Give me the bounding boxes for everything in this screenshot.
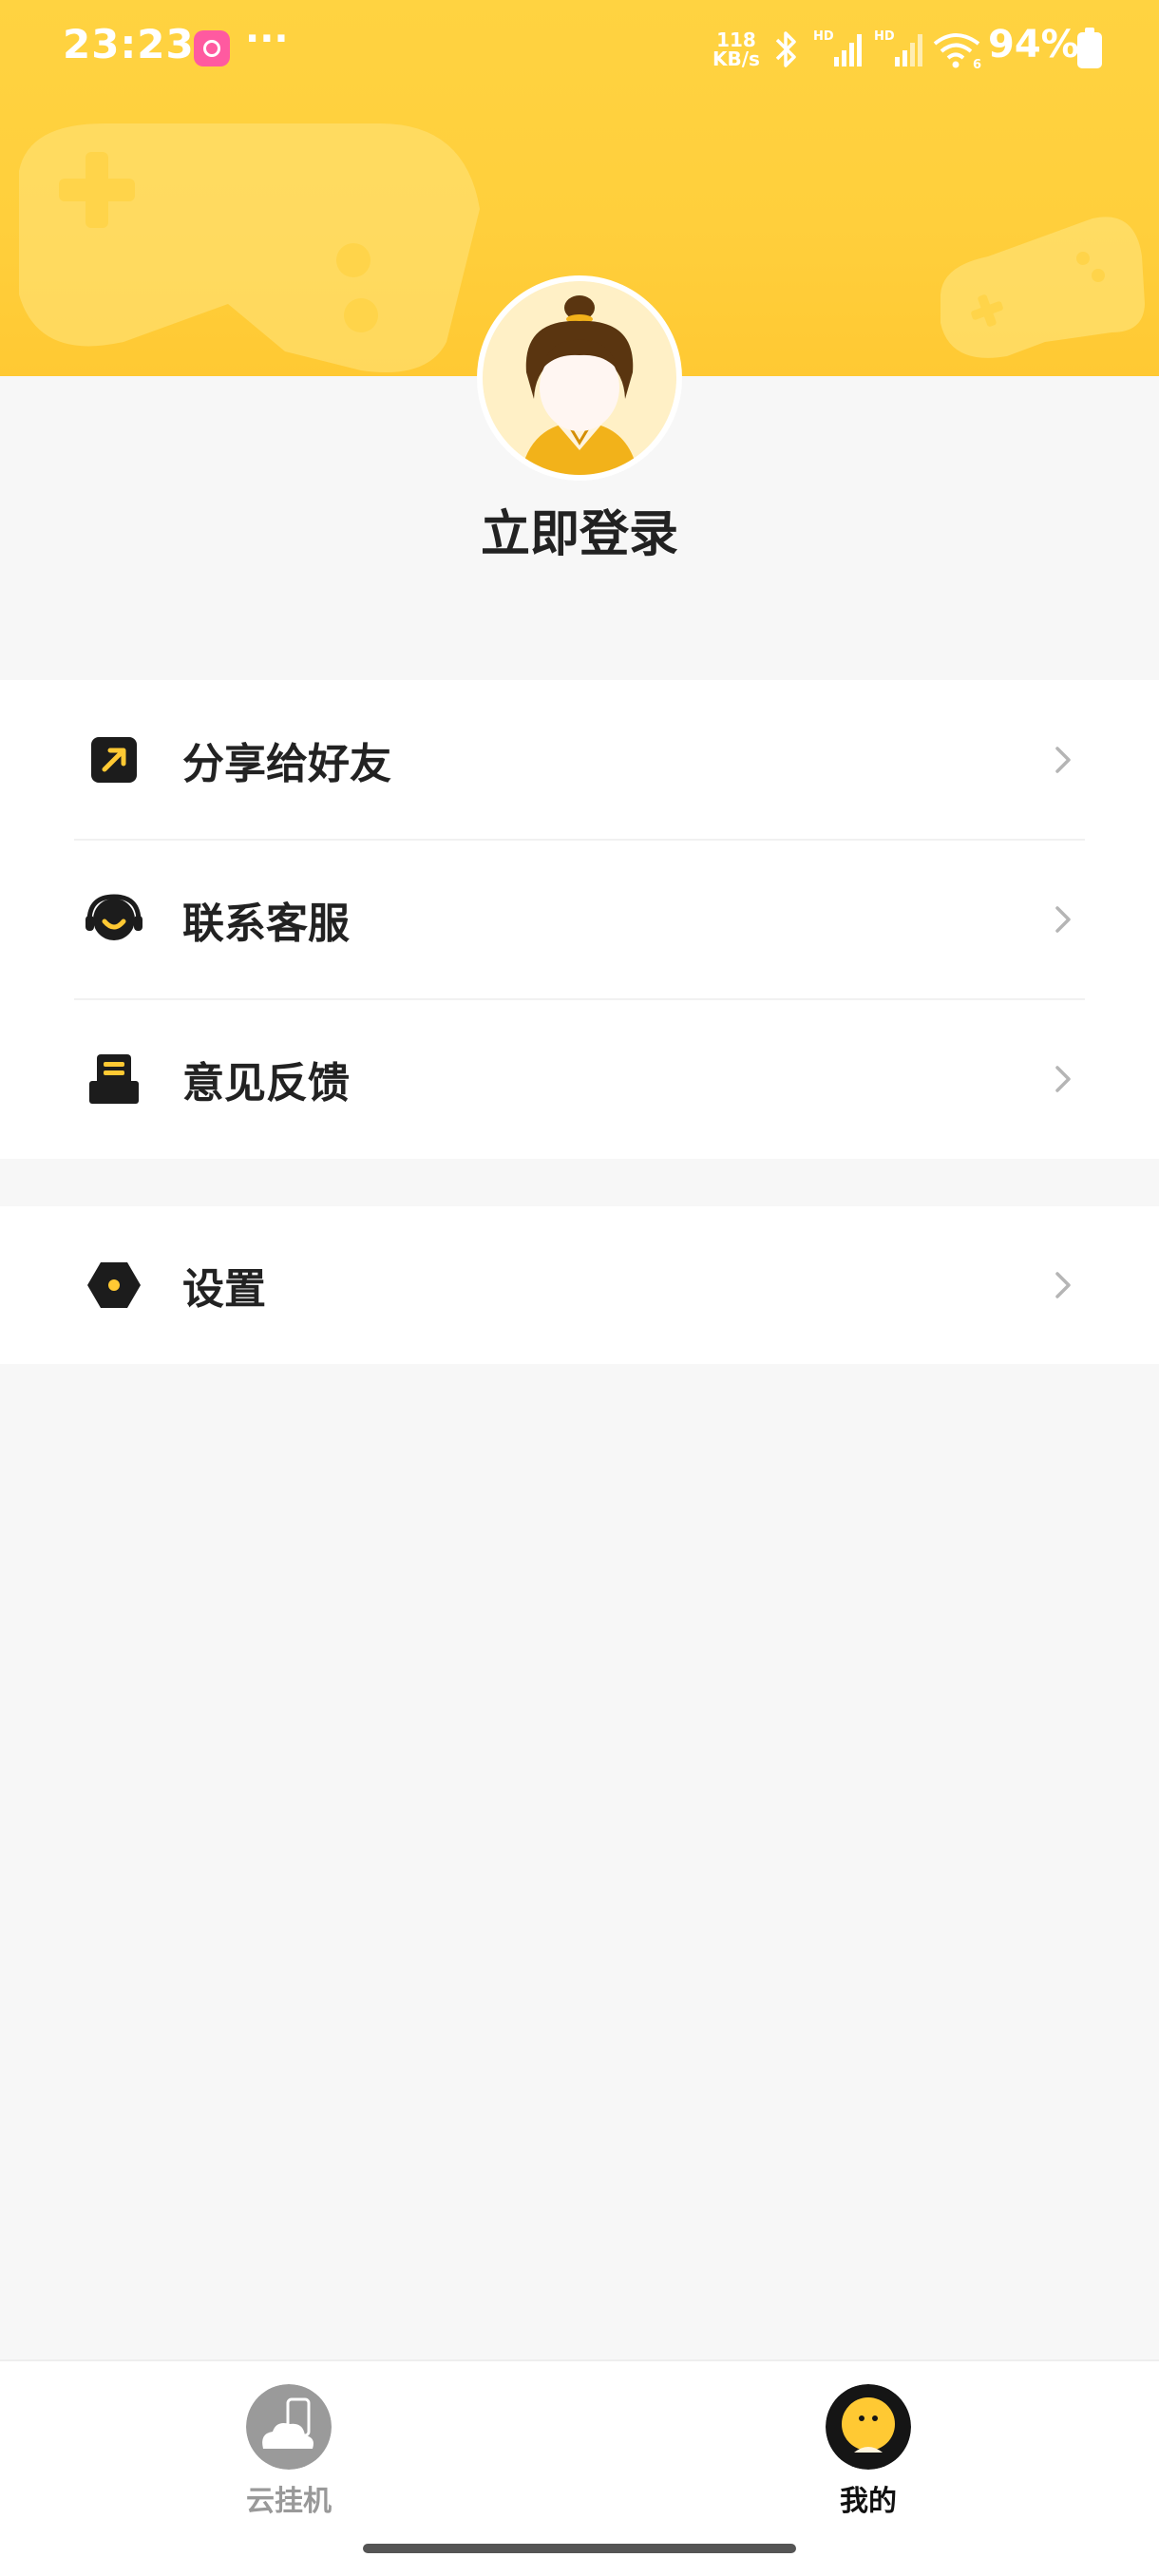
wifi-icon: 6 [933,33,981,70]
menu-item-share[interactable]: 分享给好友 [0,680,1159,840]
tab-mine-label: 我的 [840,2485,897,2518]
headset-icon [86,894,142,940]
battery-icon [1077,28,1102,68]
signal-hd-label: HD [813,29,834,44]
feedback-icon [89,1054,139,1104]
gamepad-decoration-icon [940,217,1145,358]
share-arrow-icon [91,737,137,783]
menu-item-support[interactable]: 联系客服 [0,840,1159,999]
menu-card-secondary: 设置 [0,1206,1159,1364]
menu-item-settings-label: 设置 [182,1265,266,1314]
app-notification-icon [194,30,230,66]
network-speed-unit: KB/s [712,47,760,70]
home-indicator[interactable] [363,2544,796,2553]
tab-cloud-hosting-label: 云挂机 [246,2485,332,2518]
network-speed-value: 118 [716,28,756,51]
status-more: ··· [245,17,289,61]
login-button[interactable]: 立即登录 [0,494,1159,565]
tab-mine[interactable]: 我的 [773,2373,963,2525]
menu-item-support-label: 联系客服 [182,900,350,948]
bluetooth-icon [775,31,796,67]
menu-card-primary: 分享给好友 联系客服 意见反馈 [0,680,1159,1159]
menu-item-feedback[interactable]: 意见反馈 [0,999,1159,1159]
cloud-phone-icon [246,2384,332,2470]
menu-item-feedback-label: 意见反馈 [182,1059,350,1108]
menu-item-settings[interactable]: 设置 [0,1206,1159,1364]
chevron-right-icon [1055,906,1071,933]
chevron-right-icon [1055,747,1071,773]
chevron-right-icon [1055,1066,1071,1092]
tab-cloud-hosting[interactable]: 云挂机 [194,2373,384,2525]
face-icon [826,2384,911,2470]
hexagon-settings-icon [87,1262,141,1308]
avatar[interactable] [477,275,682,481]
chevron-right-icon [1055,1272,1071,1298]
status-time: 23:23 [63,21,195,67]
menu-item-share-label: 分享给好友 [182,740,391,788]
cell-signal-icon: HD [813,29,862,66]
cell-signal-icon: HD [874,29,922,66]
battery-percent: 94% [988,23,1079,66]
status-bar: 23:23 ··· 118 KB/s HD HD 6 94% [0,0,1159,99]
gamepad-decoration-icon [19,123,480,372]
network-speed: 118 KB/s [712,30,760,68]
signal-hd-label: HD [874,29,895,44]
screen: 23:23 ··· 118 KB/s HD HD 6 94% 立即登录 分享给好… [0,0,1159,2576]
wifi-6-label: 6 [973,58,981,70]
avatar-illustration-icon [483,281,676,475]
